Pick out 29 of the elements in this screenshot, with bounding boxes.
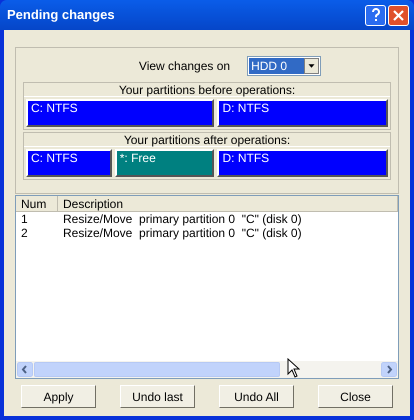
dialog-button[interactable]: Undo All <box>219 385 294 408</box>
scroll-right-icon <box>381 362 397 377</box>
panel-title: Your partitions before operations: <box>24 83 390 97</box>
close-icon <box>393 10 404 20</box>
disk-dropdown[interactable]: HDD 0 <box>247 56 322 76</box>
table-cell-text: Resize/Move primary partition 0 "C" (disk 0) <box>62 212 303 226</box>
window-title: Pending changes <box>7 6 115 24</box>
view-label: View changes on <box>138 58 230 75</box>
help-button[interactable] <box>365 4 386 26</box>
horizontal-scrollbar[interactable] <box>16 361 398 378</box>
table-cell-text: 1 <box>20 212 29 226</box>
close-button[interactable] <box>388 4 409 26</box>
partition-block[interactable]: D: NTFS <box>217 149 388 177</box>
scroll-thumb[interactable] <box>34 362 280 377</box>
panel-title: Your partitions after operations: <box>24 133 390 147</box>
dialog-button[interactable]: Apply <box>21 385 96 408</box>
dialog-button[interactable]: Close <box>318 385 393 408</box>
column-header[interactable]: Num <box>16 196 58 211</box>
help-icon <box>370 8 380 22</box>
table-cell-text: Resize/Move primary partition 0 "C" (disk 0) <box>62 226 303 240</box>
partition-block[interactable]: *: Free <box>114 149 214 177</box>
dialog-button[interactable]: Undo last <box>120 385 195 408</box>
caret-icon <box>304 58 320 74</box>
column-header[interactable]: Description <box>58 196 398 211</box>
table-cell-text: 2 <box>20 226 29 240</box>
partition-block[interactable]: C: NTFS <box>26 149 112 177</box>
scroll-left-icon <box>17 362 33 377</box>
partition-block[interactable]: C: NTFS <box>26 99 214 127</box>
partition-block[interactable]: D: NTFS <box>217 99 388 127</box>
